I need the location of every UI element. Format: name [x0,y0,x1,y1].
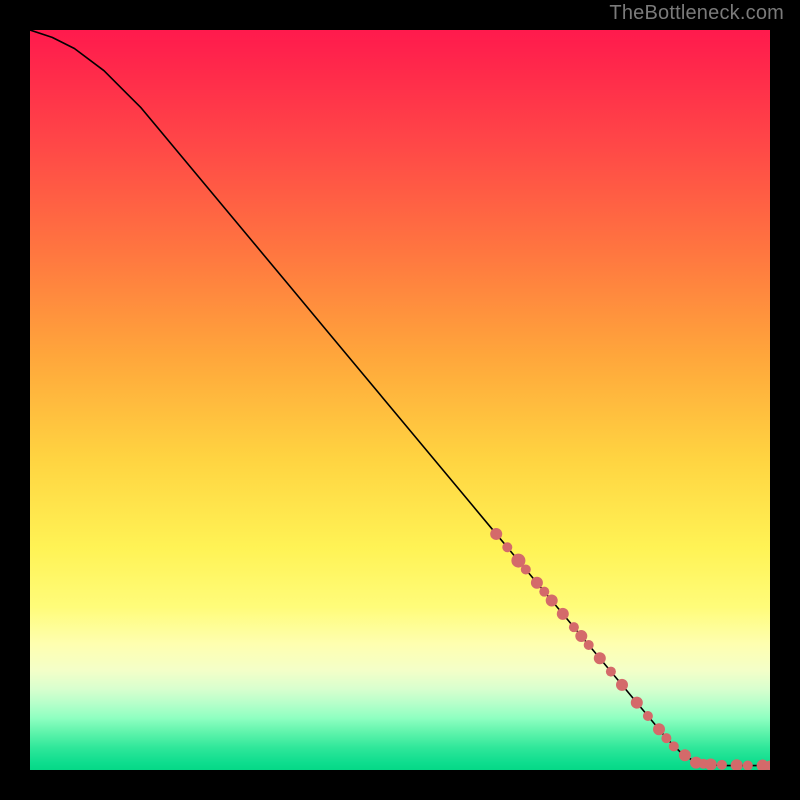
marker-point [546,595,558,607]
marker-point [584,640,594,650]
marker-point [557,608,569,620]
marker-point [631,697,643,709]
marker-point [717,760,727,770]
plot-area [30,30,770,770]
watermark-text: TheBottleneck.com [609,2,784,25]
marker-point [594,652,606,664]
marker-point [490,528,502,540]
marker-point [521,564,531,574]
marker-point [653,723,665,735]
marker-point [679,749,691,761]
marker-point [743,761,753,770]
marker-point [669,741,679,751]
marker-point [539,587,549,597]
marker-point [616,679,628,691]
marker-point [606,667,616,677]
marker-point [731,759,743,770]
chart-svg [30,30,770,770]
marker-point [661,733,671,743]
marker-point [643,711,653,721]
curve-line [30,30,770,766]
marker-point [575,630,587,642]
chart-container: TheBottleneck.com [0,0,800,800]
marker-point [502,542,512,552]
marker-point [569,622,579,632]
marker-point [705,758,717,770]
marker-point [531,577,543,589]
curve-markers [490,528,770,770]
